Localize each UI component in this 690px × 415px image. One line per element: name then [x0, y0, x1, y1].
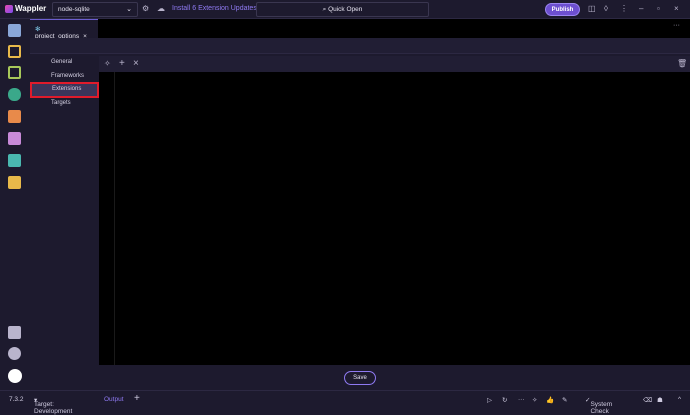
activity-sidebar	[0, 19, 30, 390]
resources-icon[interactable]	[8, 132, 21, 145]
settings-icon[interactable]	[8, 347, 21, 360]
app-logo: Wappler	[5, 4, 46, 13]
git-branch-icon[interactable]	[8, 45, 21, 58]
gear-icon[interactable]: ⚙	[142, 4, 149, 13]
nav-item-targets[interactable]: Targets	[30, 97, 99, 111]
extensions-toolbar: ✧ + × 🗑	[99, 56, 690, 72]
cloud-upload-icon[interactable]: ☁	[157, 4, 165, 13]
nav-item-frameworks[interactable]: Frameworks	[30, 70, 99, 84]
ai-sparkle-icon[interactable]: ✧	[532, 396, 537, 404]
chevron-down-icon: ⌄	[126, 6, 132, 13]
tab-bar	[30, 19, 690, 38]
status-bar: 7.3.2 Target: Development ▾ Output + ▷ ↻…	[0, 390, 690, 415]
thumbs-up-icon[interactable]: 👍	[546, 396, 554, 404]
ai-sparkle-icon[interactable]: ✧	[104, 59, 111, 68]
more-icon[interactable]: ···	[518, 396, 525, 403]
layers-icon[interactable]	[8, 154, 21, 167]
install-updates-link[interactable]: Install 6 Extension Updates	[172, 5, 257, 12]
wappler-logo-icon	[5, 4, 13, 13]
theme-drop-icon[interactable]: ◊	[604, 4, 608, 13]
target-select[interactable]: Target: Development ▾	[34, 396, 72, 415]
add-icon[interactable]: +	[119, 58, 125, 69]
extensions-list[interactable]	[99, 72, 690, 365]
more-icon[interactable]: ···	[673, 22, 680, 29]
options-nav: General Frameworks Extensions Targets	[30, 54, 99, 365]
add-icon[interactable]: +	[134, 393, 140, 404]
trash-icon[interactable]: 🗑	[677, 59, 687, 68]
remove-icon[interactable]: ×	[133, 58, 139, 69]
brush-icon[interactable]: ✎	[562, 396, 567, 404]
eraser-icon[interactable]: ⌫	[643, 396, 652, 404]
tab-project-options[interactable]: ✻ project_options ×	[30, 19, 98, 40]
routes-icon[interactable]	[8, 110, 21, 123]
maximize-icon[interactable]: ▫	[657, 4, 660, 13]
divider	[114, 72, 115, 365]
bug-icon[interactable]: ☗	[657, 396, 663, 404]
more-vertical-icon[interactable]: ⋮	[620, 4, 628, 13]
title-bar: Wappler node-sqlite ⌄ ⚙ ☁ Install 6 Exten…	[0, 0, 690, 19]
save-button[interactable]: Save	[344, 371, 376, 385]
version-label: 7.3.2	[9, 396, 24, 403]
database-icon[interactable]	[8, 88, 21, 101]
pages-icon[interactable]	[8, 24, 21, 37]
system-check[interactable]: ✓ System Check	[585, 396, 612, 415]
chevron-up-icon[interactable]: ^	[678, 396, 681, 403]
extensions-icon[interactable]	[8, 326, 21, 339]
gear-icon: ✻	[35, 26, 41, 33]
options-header	[30, 38, 690, 54]
account-pro-icon[interactable]	[8, 369, 22, 383]
nav-item-extensions[interactable]: Extensions	[30, 82, 99, 98]
workflow-icon[interactable]	[8, 66, 21, 79]
minimize-icon[interactable]: –	[639, 4, 643, 13]
quick-open-button[interactable]: ⌕ Quick Open	[256, 2, 429, 17]
project-select[interactable]: node-sqlite ⌄	[52, 2, 138, 17]
layout-icon[interactable]: ◫	[588, 4, 596, 13]
ai-robot-icon[interactable]	[8, 176, 21, 189]
refresh-icon[interactable]: ↻	[502, 396, 507, 404]
close-window-icon[interactable]: ×	[674, 4, 679, 13]
output-tab[interactable]: Output	[104, 396, 124, 403]
publish-button[interactable]: Publish	[545, 3, 580, 16]
run-icon[interactable]: ▷	[487, 396, 492, 404]
nav-item-general[interactable]: General	[30, 56, 99, 70]
